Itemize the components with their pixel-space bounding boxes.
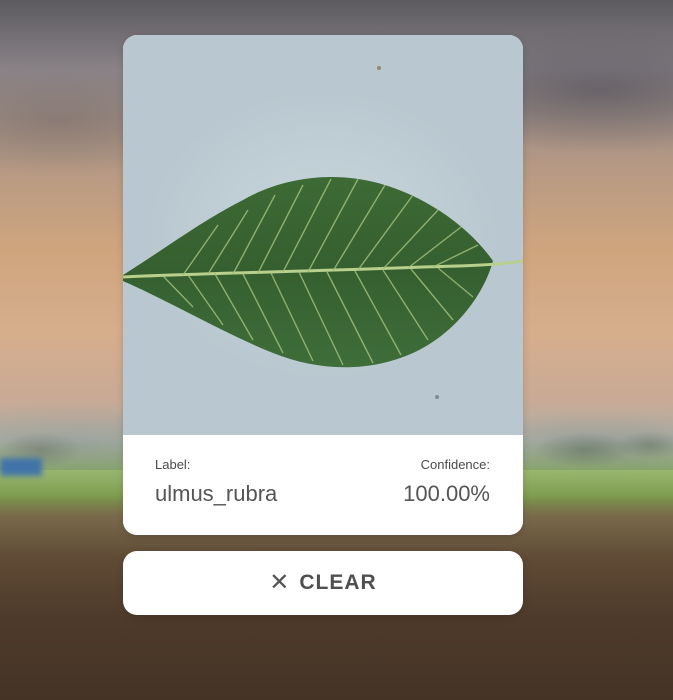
background-blue-object: [0, 458, 42, 476]
label-value: ulmus_rubra: [155, 481, 278, 506]
leaf-illustration: [123, 66, 523, 399]
label-title: Label:: [155, 457, 191, 472]
confidence-value: 100.00%: [403, 481, 490, 506]
clear-button[interactable]: ✕ CLEAR: [123, 551, 523, 615]
result-card: Label: ulmus_rubra Confidence: 100.00%: [123, 35, 523, 535]
confidence-title: Confidence:: [420, 457, 490, 472]
uploaded-leaf-image: [123, 35, 523, 435]
clear-button-label: CLEAR: [299, 571, 377, 594]
prediction-info: Label: ulmus_rubra Confidence: 100.00%: [123, 435, 523, 535]
close-icon: ✕: [269, 569, 290, 596]
